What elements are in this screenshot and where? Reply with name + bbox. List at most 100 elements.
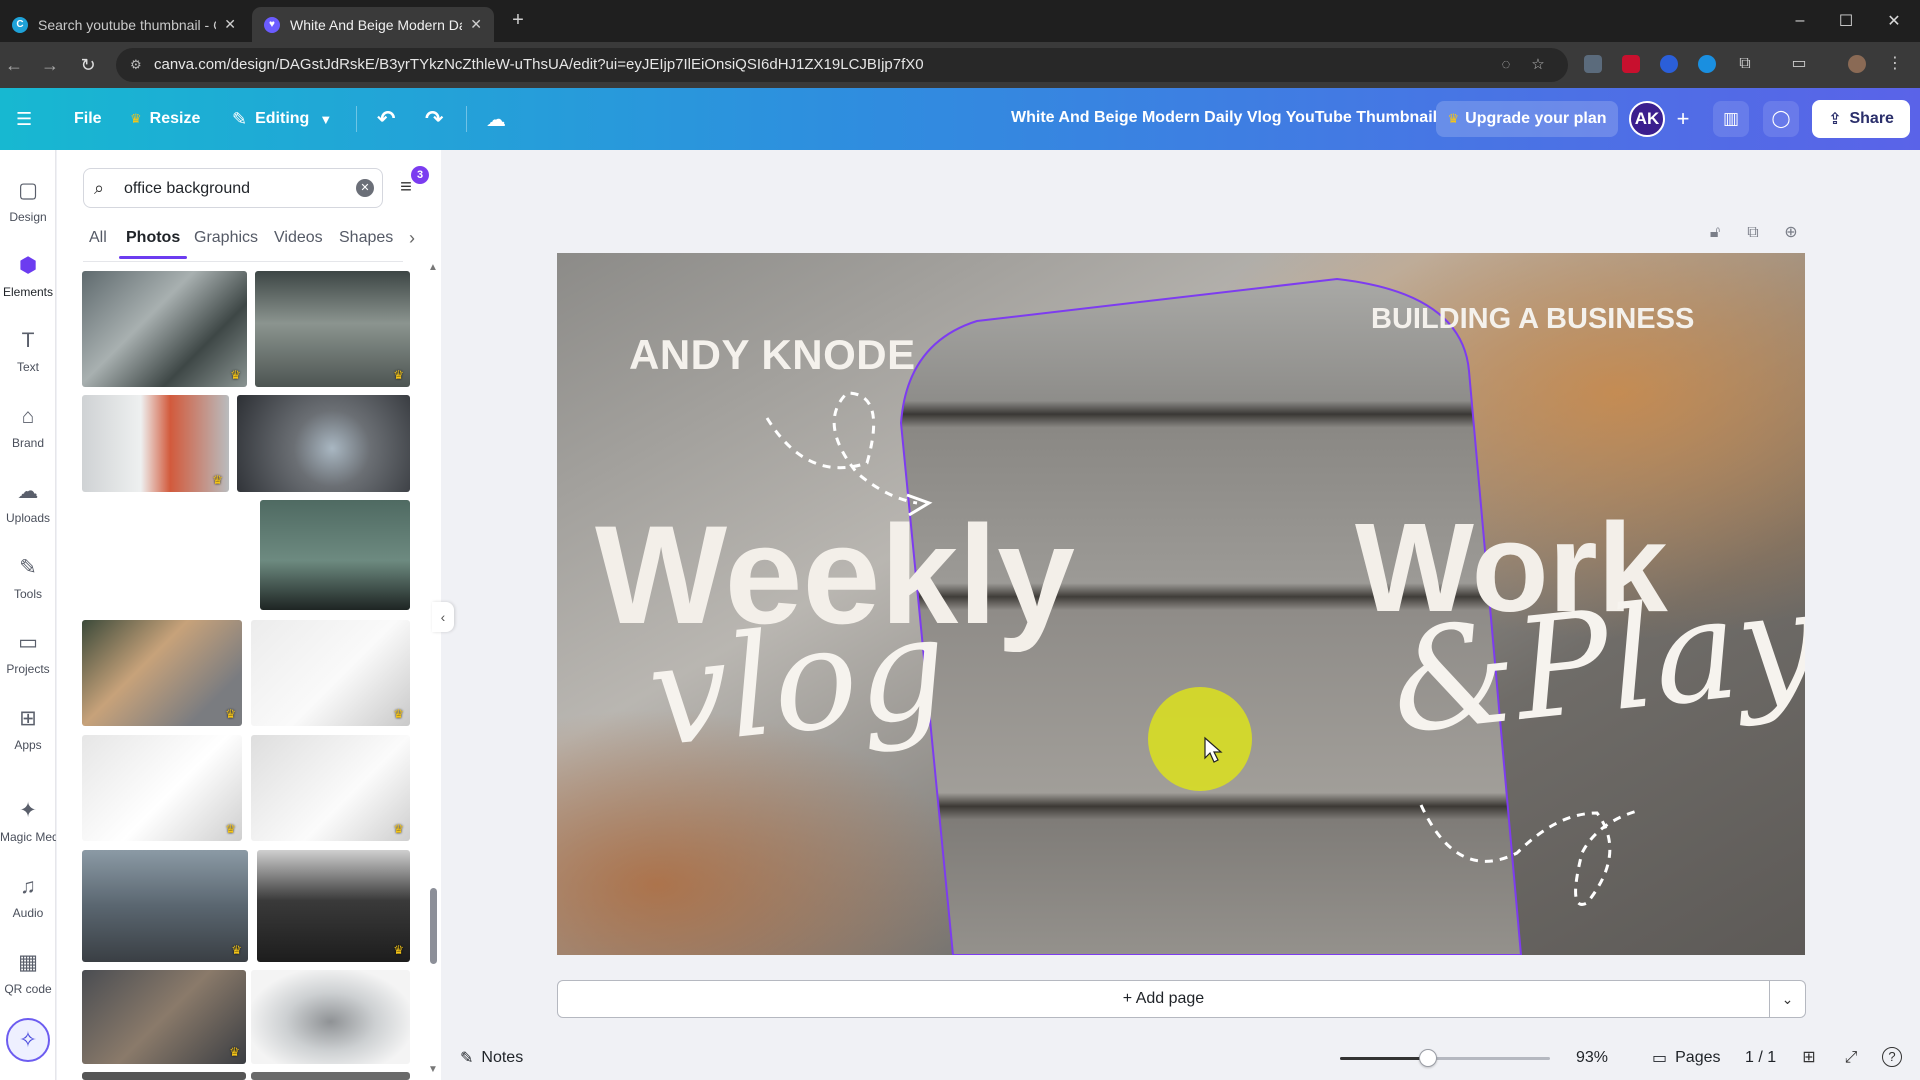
bookmark-star-icon[interactable]: ☆ [1528, 55, 1548, 75]
rail-item-brand[interactable]: ⌂ Brand [0, 396, 56, 462]
chevron-down-icon: ⌄ [1781, 991, 1794, 1007]
extension-1-icon[interactable] [1584, 55, 1602, 73]
help-icon[interactable]: ? [1882, 1047, 1902, 1067]
scroll-down-icon[interactable]: ▼ [428, 1064, 438, 1075]
forward-icon[interactable]: → [38, 53, 62, 77]
active-tab-indicator [119, 256, 187, 259]
extension-2-icon[interactable] [1622, 55, 1640, 73]
extension-4-icon[interactable] [1698, 55, 1716, 73]
collapse-panel-button[interactable]: ‹ [432, 602, 454, 632]
resize-button[interactable]: ♛ Resize [130, 105, 200, 133]
chevron-left-icon: ‹ [440, 609, 446, 625]
tab-close-icon[interactable]: ✕ [470, 16, 482, 33]
lock-icon[interactable]: 🔓︎ [1704, 222, 1726, 244]
notes-button[interactable]: ✎ Notes [460, 1048, 523, 1068]
maximize-icon[interactable]: ☐ [1822, 0, 1870, 42]
url-field[interactable]: ⚙ canva.com/design/DAGstJdRskE/B3yrTYkzN… [116, 48, 1568, 82]
photo-result-desk-top[interactable]: ♛ [82, 970, 246, 1064]
cloud-save-button[interactable]: ☁ [486, 105, 506, 133]
tab-graphics[interactable]: Graphics [194, 229, 258, 247]
panel-scrollbar-thumb[interactable] [430, 888, 437, 964]
tab-shapes[interactable]: Shapes [339, 229, 393, 247]
grid-view-icon[interactable]: ⊞ [1798, 1047, 1820, 1069]
share-button[interactable]: ⇪ Share [1812, 100, 1910, 138]
browser-menu-icon[interactable]: ⋮ [1886, 55, 1904, 73]
user-avatar[interactable]: AK [1629, 101, 1665, 137]
rail-item-elements[interactable]: ⬢ Elements [0, 245, 56, 311]
rail-item-audio[interactable]: ♫ Audio [0, 866, 56, 932]
rail-item-apps[interactable]: ⊞ Apps [0, 698, 56, 764]
photo-result-glass-building[interactable]: ♛ [82, 850, 248, 962]
reload-icon[interactable]: ↻ [76, 53, 100, 77]
photo-result-dark-office[interactable]: ♛ [257, 850, 410, 962]
insights-chart-icon[interactable]: ▥ [1713, 101, 1749, 137]
photo-result-desk-plant[interactable]: ♛ [82, 620, 242, 726]
photo-result-building-walkway[interactable]: ♛ [82, 271, 247, 387]
rail-item-projects[interactable]: ▭ Projects [0, 622, 56, 688]
cast-icon[interactable]: ▭ [1790, 55, 1808, 73]
photo-result-meeting-room[interactable] [260, 500, 410, 610]
scroll-up-icon[interactable]: ▲ [428, 262, 438, 273]
comments-icon[interactable]: ◯ [1763, 101, 1799, 137]
rail-item-tools[interactable]: ✎ Tools [0, 547, 56, 613]
magic-media-icon: ✦ [19, 799, 37, 822]
file-menu-button[interactable]: File [74, 105, 102, 133]
tab-all[interactable]: All [89, 229, 107, 247]
photo-result-hallway-orange[interactable]: ♛ [82, 395, 229, 492]
photo-result-grey-sofa[interactable] [251, 970, 410, 1064]
rail-item-text[interactable]: T Text [0, 320, 56, 386]
photo-result-white-paper[interactable]: ♛ [251, 620, 410, 726]
browser-tab-search[interactable]: C Search youtube thumbnail - Ca ✕ [0, 7, 248, 42]
text-andy-knode[interactable]: ANDY KNODE [629, 331, 916, 379]
photo-result-paper-pen[interactable]: ♛ [251, 735, 410, 841]
minimize-icon[interactable]: – [1776, 0, 1824, 42]
add-page-icon[interactable]: ⊕ [1780, 222, 1802, 244]
zoom-percentage[interactable]: 93% [1576, 1049, 1608, 1067]
rail-item-design[interactable]: ▢ Design [0, 170, 56, 236]
magic-assistant-button[interactable]: ✧ [6, 1018, 50, 1062]
text-vlog[interactable]: vlog [641, 586, 954, 779]
photo-result-woman-office[interactable] [237, 395, 410, 492]
rail-item-magic-media[interactable]: ✦ Magic Media [0, 790, 56, 856]
rail-item-qr-code[interactable]: ▦ QR code [0, 942, 56, 1008]
upgrade-plan-button[interactable]: ♛ Upgrade your plan [1436, 101, 1618, 137]
rail-item-uploads[interactable]: ☁ Uploads [0, 471, 56, 537]
zoom-slider-handle[interactable] [1418, 1049, 1437, 1067]
editing-mode-dropdown[interactable]: ✎ Editing ▼ [232, 105, 332, 133]
photo-result-partial[interactable] [82, 1072, 246, 1080]
extension-3-icon[interactable] [1660, 55, 1678, 73]
text-and-play[interactable]: &Play [1384, 559, 1805, 766]
site-info-icon[interactable]: ⚙ [130, 57, 146, 73]
tab-photos[interactable]: Photos [126, 229, 180, 247]
close-window-icon[interactable]: ✕ [1870, 0, 1918, 42]
add-page-options-button[interactable]: ⌄ [1770, 980, 1806, 1018]
add-page-button[interactable]: + Add page [557, 980, 1770, 1018]
clear-search-icon[interactable]: ✕ [356, 179, 374, 197]
undo-button[interactable]: ↶ [377, 105, 395, 133]
invite-plus-icon[interactable]: + [1670, 106, 1696, 132]
browser-tab-design[interactable]: ♥ White And Beige Modern Daily ✕ [252, 7, 494, 42]
redo-button[interactable]: ↷ [425, 105, 443, 133]
filter-button[interactable]: ≡ 3 [391, 166, 429, 202]
back-icon[interactable]: ← [2, 53, 26, 77]
text-building-a-business[interactable]: BUILDING A BUSINESS [1371, 303, 1694, 336]
pages-button[interactable]: ▭ Pages [1652, 1048, 1721, 1068]
chevron-right-icon[interactable]: › [409, 228, 415, 249]
document-title[interactable]: White And Beige Modern Daily Vlog YouTub… [1011, 109, 1437, 127]
apps-grid-icon: ⊞ [19, 707, 37, 730]
duplicate-page-icon[interactable]: ⧉ [1742, 222, 1764, 244]
design-canvas[interactable]: ANDY KNODE BUILDING A BUSINESS Weekly Wo… [557, 253, 1805, 955]
photo-result-paper-compass[interactable]: ♛ [82, 735, 242, 841]
tab-close-icon[interactable]: ✕ [224, 16, 236, 33]
photo-result-office-corridor[interactable]: ♛ [255, 271, 410, 387]
extensions-puzzle-icon[interactable]: ⧉ [1736, 55, 1754, 73]
profile-avatar-icon[interactable] [1848, 55, 1866, 73]
browser-tab-strip: C Search youtube thumbnail - Ca ✕ ♥ Whit… [0, 0, 1920, 42]
photo-result-partial[interactable] [251, 1072, 410, 1080]
tab-videos[interactable]: Videos [274, 229, 323, 247]
search-input[interactable]: ⌕ office background ✕ [83, 168, 383, 208]
main-menu-button[interactable]: ☰ [16, 105, 40, 133]
eye-off-icon[interactable]: ◌ [1496, 55, 1516, 75]
new-tab-button[interactable]: + [508, 10, 528, 30]
fullscreen-icon[interactable]: ⤢ [1840, 1047, 1862, 1069]
